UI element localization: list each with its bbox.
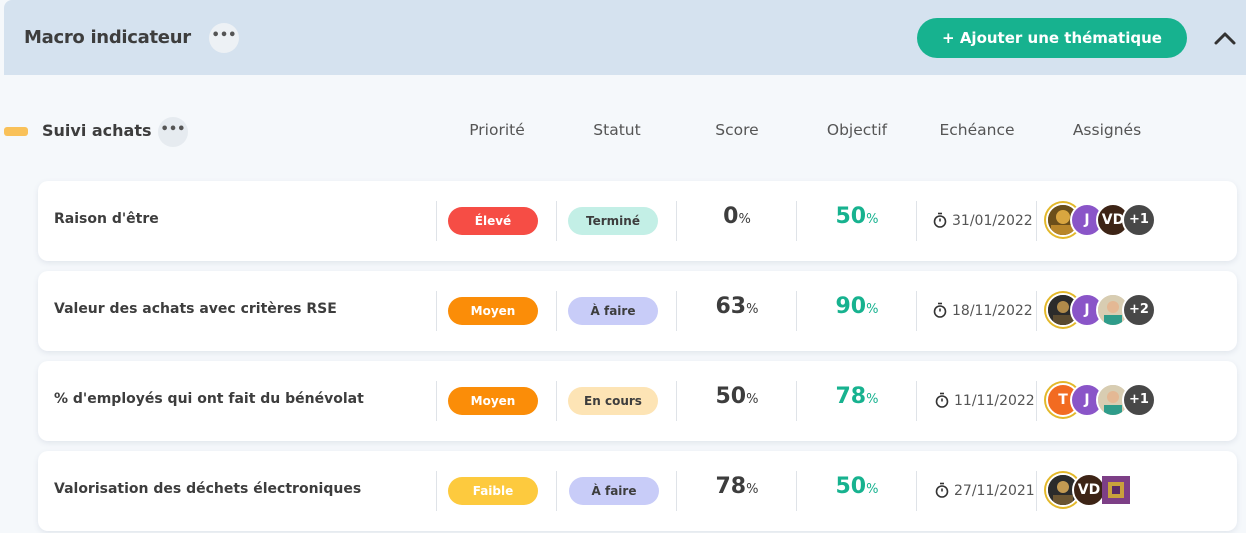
column-divider [436, 291, 437, 331]
avatar[interactable] [1102, 476, 1130, 504]
column-divider [436, 201, 437, 241]
indicator-row[interactable]: Valorisation des déchets électroniques F… [38, 451, 1237, 531]
score-unit: % [746, 302, 759, 317]
score-unit: % [746, 482, 759, 497]
objective-value: 50% [797, 474, 917, 499]
section-title: Suivi achats [42, 121, 152, 140]
group-header: Macro indicateur ••• + Ajouter une théma… [4, 0, 1246, 75]
column-divider [916, 201, 917, 241]
column-header-score[interactable]: Score [677, 121, 797, 139]
column-divider [1036, 381, 1037, 421]
indicator-row[interactable]: Raison d'être Élevé Terminé 0% 50% 31/01… [38, 181, 1237, 261]
objective-value: 50% [797, 204, 917, 229]
score-value: 63% [677, 294, 797, 319]
deadline-date: 31/01/2022 [952, 213, 1033, 229]
indicator-title[interactable]: Valorisation des déchets électroniques [54, 481, 361, 497]
indicator-title[interactable]: Valeur des achats avec critères RSE [54, 301, 337, 317]
deadline-date: 18/11/2022 [952, 303, 1033, 319]
score-value: 0% [677, 204, 797, 229]
priority-badge[interactable]: Élevé [448, 207, 538, 235]
column-divider [436, 471, 437, 511]
indicator-title[interactable]: % d'employés qui ont fait du bénévolat [54, 391, 364, 407]
score-unit: % [738, 212, 751, 227]
column-divider [1036, 471, 1037, 511]
more-assignees-badge[interactable]: +2 [1122, 293, 1156, 327]
score-number: 78 [715, 474, 747, 499]
more-assignees-badge[interactable]: +1 [1122, 383, 1156, 417]
stopwatch-icon [935, 482, 949, 498]
objective-unit: % [866, 302, 879, 317]
priority-badge[interactable]: Faible [448, 477, 538, 505]
column-divider [916, 471, 917, 511]
column-header-assigned[interactable]: Assignés [1047, 121, 1167, 139]
stopwatch-icon [935, 392, 949, 408]
objective-number: 78 [835, 384, 867, 409]
status-badge[interactable]: Terminé [568, 207, 658, 235]
score-value: 50% [677, 384, 797, 409]
group-menu-button[interactable]: ••• [209, 23, 239, 53]
score-number: 50 [715, 384, 747, 409]
stopwatch-icon [933, 212, 947, 228]
objective-number: 50 [835, 474, 867, 499]
deadline-date: 27/11/2021 [954, 483, 1035, 499]
priority-badge[interactable]: Moyen [448, 297, 538, 325]
deadline: 27/11/2021 [935, 482, 1035, 499]
deadline: 31/01/2022 [933, 212, 1033, 229]
objective-number: 50 [835, 204, 867, 229]
column-header-deadline[interactable]: Echéance [917, 121, 1037, 139]
score-unit: % [746, 392, 759, 407]
indicator-row[interactable]: Valeur des achats avec critères RSE Moye… [38, 271, 1237, 351]
column-divider [436, 381, 437, 421]
objective-unit: % [866, 392, 879, 407]
deadline-date: 11/11/2022 [954, 393, 1035, 409]
section-menu-button[interactable]: ••• [158, 117, 188, 147]
status-badge[interactable]: À faire [569, 477, 659, 505]
indicator-row[interactable]: % d'employés qui ont fait du bénévolat M… [38, 361, 1237, 441]
score-number: 63 [715, 294, 747, 319]
priority-badge[interactable]: Moyen [448, 387, 538, 415]
column-divider [916, 291, 917, 331]
objective-unit: % [866, 482, 879, 497]
indicator-title[interactable]: Raison d'être [54, 211, 159, 227]
score-number: 0 [723, 204, 739, 229]
objective-value: 78% [797, 384, 917, 409]
objective-unit: % [866, 212, 879, 227]
add-theme-button[interactable]: + Ajouter une thématique [917, 18, 1187, 58]
stopwatch-icon [933, 302, 947, 318]
deadline: 11/11/2022 [935, 392, 1035, 409]
column-divider [1036, 291, 1037, 331]
chevron-up-icon[interactable] [1212, 28, 1238, 48]
column-divider [1036, 201, 1037, 241]
column-header-objective[interactable]: Objectif [797, 121, 917, 139]
column-divider [916, 381, 917, 421]
deadline: 18/11/2022 [933, 302, 1033, 319]
column-divider [556, 471, 557, 511]
score-value: 78% [677, 474, 797, 499]
section-color-marker [4, 127, 28, 136]
column-divider [556, 381, 557, 421]
objective-value: 90% [797, 294, 917, 319]
column-divider [556, 201, 557, 241]
column-header-status[interactable]: Statut [557, 121, 677, 139]
column-divider [556, 291, 557, 331]
objective-number: 90 [835, 294, 867, 319]
column-header-priority[interactable]: Priorité [437, 121, 557, 139]
status-badge[interactable]: En cours [568, 387, 658, 415]
avatar[interactable]: VD [1072, 473, 1106, 507]
group-title: Macro indicateur [24, 27, 191, 48]
status-badge[interactable]: À faire [568, 297, 658, 325]
more-assignees-badge[interactable]: +1 [1122, 203, 1156, 237]
